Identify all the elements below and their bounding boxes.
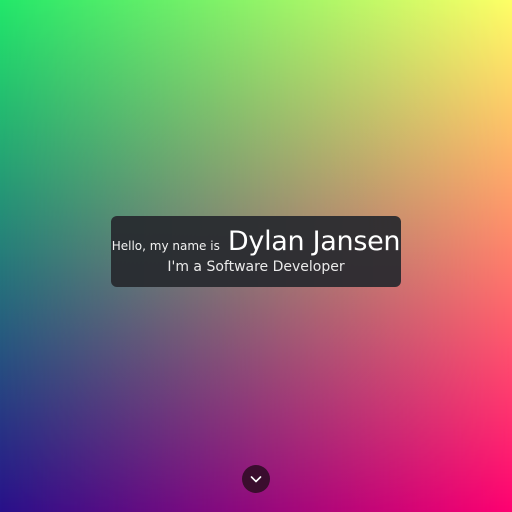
name-heading: Dylan Jansen bbox=[227, 226, 401, 257]
intro-line: Hello, my name is Dylan Jansen bbox=[111, 226, 401, 257]
intro-card: Hello, my name is Dylan Jansen I'm a Sof… bbox=[111, 216, 401, 287]
greeting-text: Hello, my name is bbox=[111, 239, 220, 253]
hero-section: Hello, my name is Dylan Jansen I'm a Sof… bbox=[0, 0, 512, 512]
scroll-down-button[interactable] bbox=[242, 465, 270, 493]
chevron-down-icon bbox=[250, 476, 262, 483]
role-subtitle: I'm a Software Developer bbox=[167, 259, 345, 275]
